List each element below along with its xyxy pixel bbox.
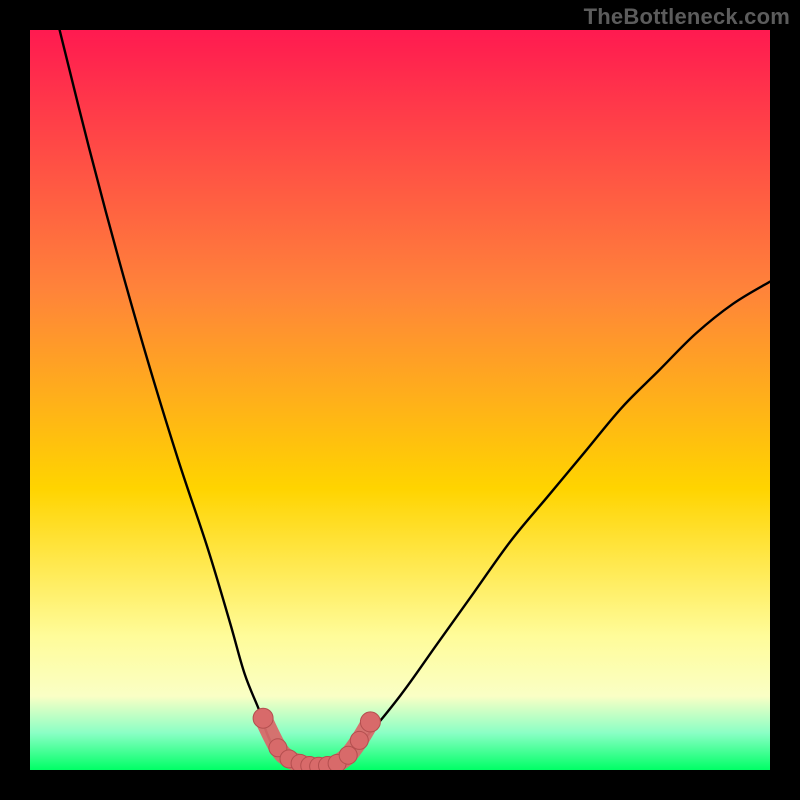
marker-point: [339, 746, 357, 764]
marker-point: [350, 731, 368, 749]
gradient-background: [30, 30, 770, 770]
plot-area: [30, 30, 770, 770]
outer-frame: TheBottleneck.com: [0, 0, 800, 800]
marker-point: [253, 708, 273, 728]
bottleneck-chart: [30, 30, 770, 770]
watermark-text: TheBottleneck.com: [584, 4, 790, 30]
marker-point: [360, 712, 380, 732]
